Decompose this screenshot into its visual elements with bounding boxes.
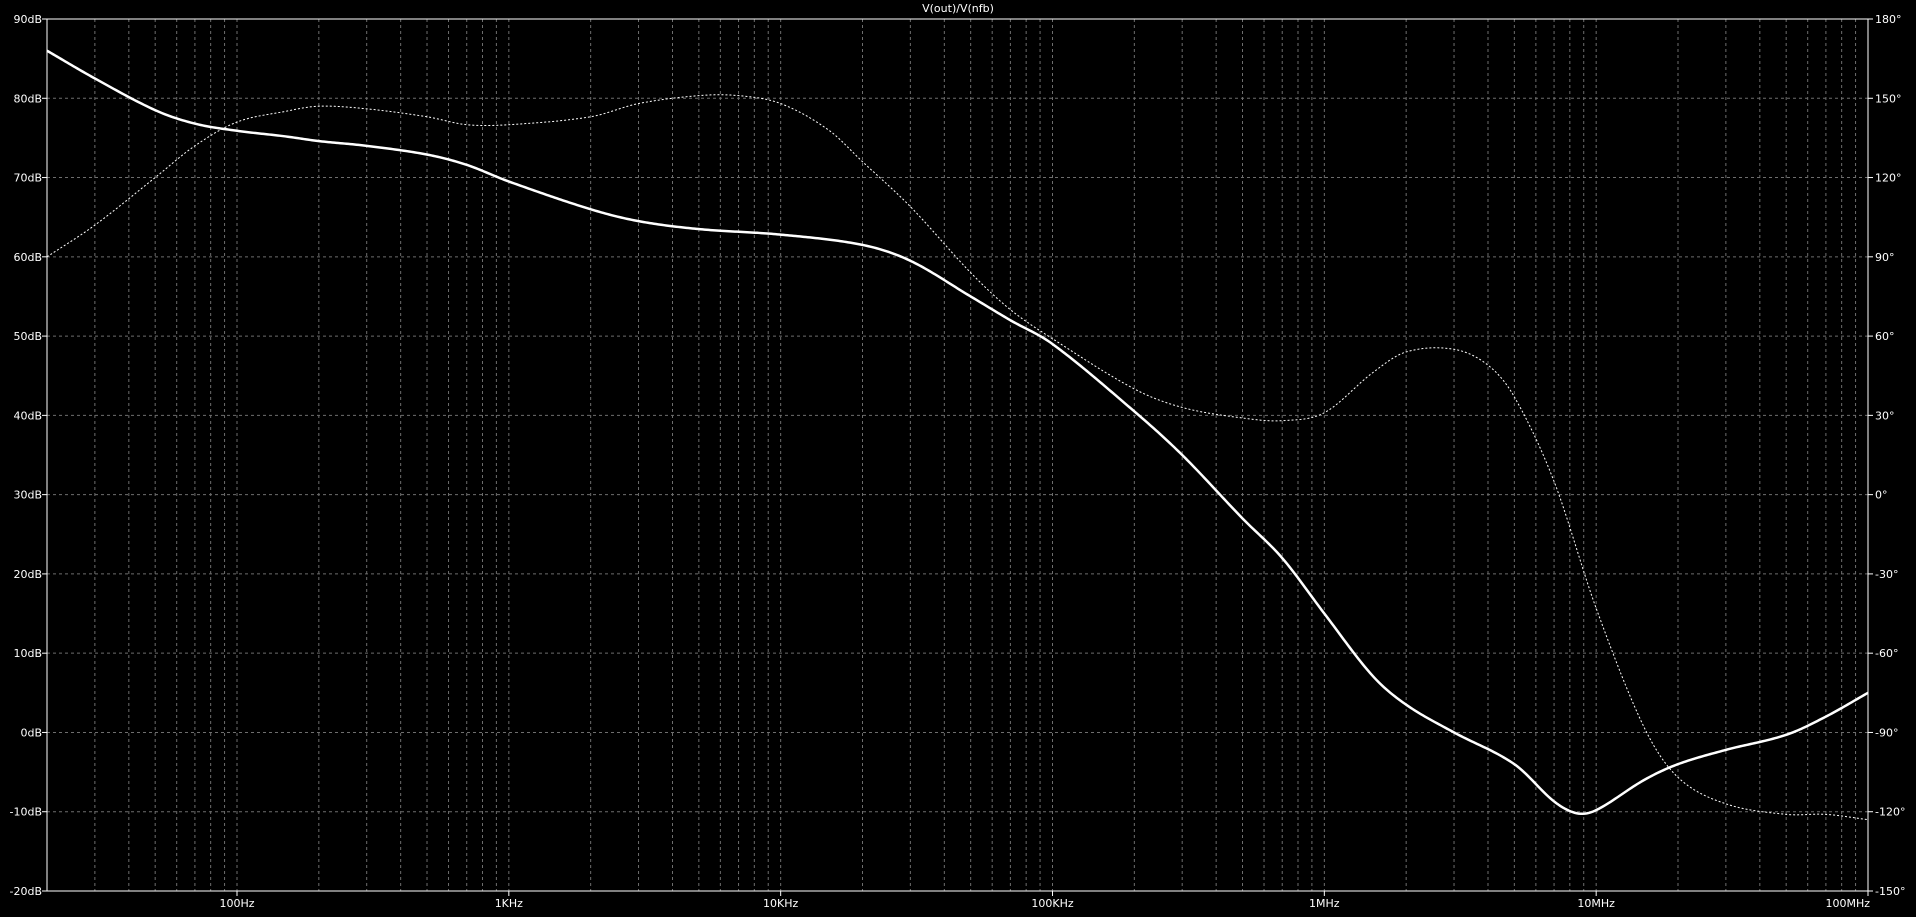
right-tick-label: 30° (1875, 409, 1895, 422)
right-tick-label: -90° (1875, 726, 1898, 739)
left-tick-label: 90dB (13, 13, 42, 26)
x-tick-label: 100KHz (1031, 897, 1073, 910)
x-tick-label: 1KHz (495, 897, 523, 910)
right-tick-label: 120° (1875, 172, 1902, 185)
left-tick-label: -10dB (10, 806, 43, 819)
right-tick-label: 90° (1875, 251, 1895, 264)
right-tick-label: 180° (1875, 13, 1902, 26)
x-tick-label: 1MHz (1309, 897, 1340, 910)
phase-trace (46, 94, 1869, 821)
right-tick-label: -30° (1875, 568, 1898, 581)
right-tick-label: -60° (1875, 647, 1898, 660)
right-tick-label: 60° (1875, 330, 1895, 343)
left-tick-label: 0dB (20, 726, 42, 739)
left-tick-label: 50dB (13, 330, 42, 343)
x-tick-label: 100MHz (1825, 897, 1870, 910)
bode-plot: V(out)/V(nfb) 90dB 80dB 70dB 60dB 50dB 40dB 30… (10, 2, 1906, 910)
tick-labels: 90dB 80dB 70dB 60dB 50dB 40dB 30dB 20dB 10dB 0dB -… (10, 13, 1906, 910)
right-tick-label: -120° (1875, 806, 1905, 819)
left-tick-label: 70dB (13, 172, 42, 185)
grid (47, 18, 1868, 892)
magnitude-trace (46, 49, 1869, 816)
left-tick-label: 80dB (13, 92, 42, 105)
x-tick-label: 100Hz (219, 897, 254, 910)
chart-title: V(out)/V(nfb) (922, 2, 994, 15)
right-tick-label: 0° (1875, 489, 1888, 502)
left-tick-label: 10dB (13, 647, 42, 660)
traces (46, 49, 1869, 821)
left-tick-label: -20dB (10, 885, 43, 898)
x-tick-label: 10MHz (1577, 897, 1615, 910)
left-tick-label: 60dB (13, 251, 42, 264)
left-tick-label: 40dB (13, 409, 42, 422)
plot-frame (46, 18, 1869, 892)
left-tick-label: 30dB (13, 489, 42, 502)
right-tick-label: 150° (1875, 92, 1902, 105)
left-tick-label: 20dB (13, 568, 42, 581)
x-tick-label: 10KHz (763, 897, 798, 910)
right-tick-label: -150° (1875, 885, 1905, 898)
